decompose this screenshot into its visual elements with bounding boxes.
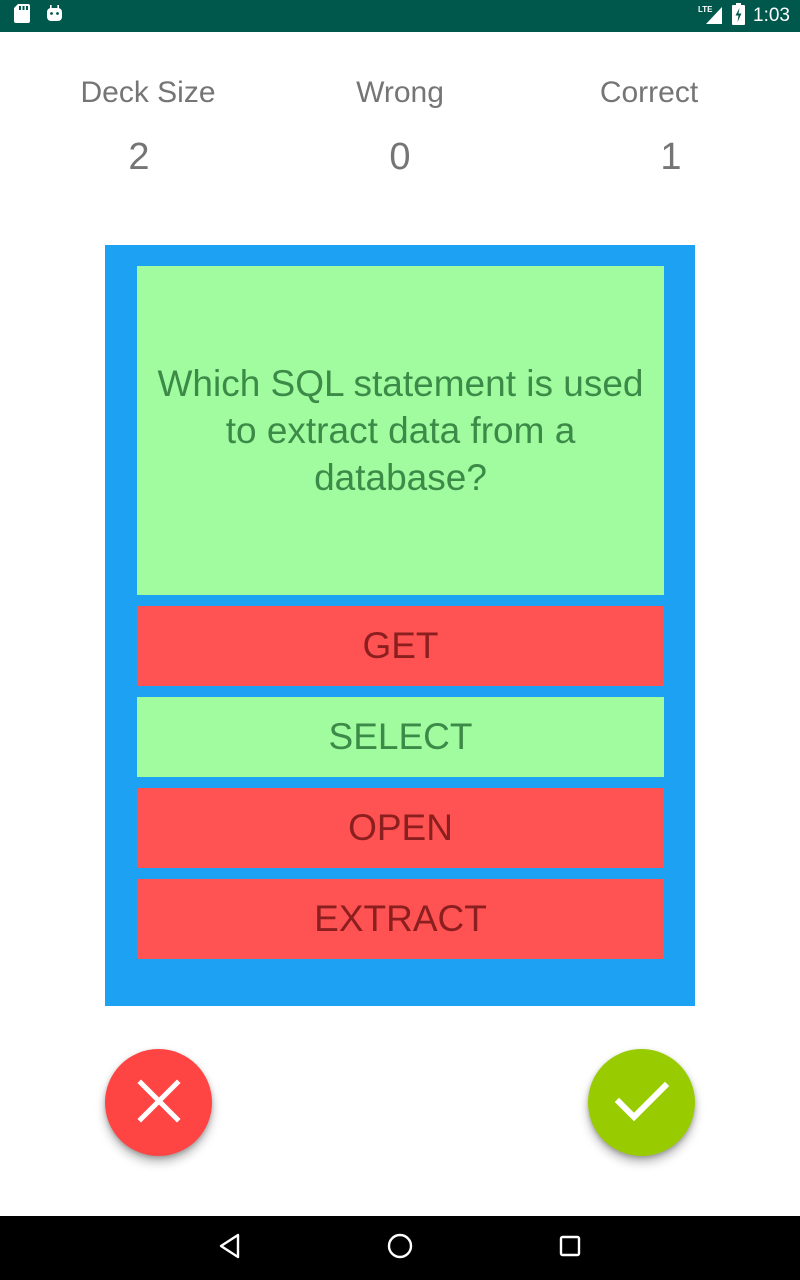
network-type-label: LTE — [698, 5, 713, 14]
mark-correct-button[interactable] — [588, 1049, 695, 1156]
correct-label: Correct — [599, 76, 699, 109]
answer-option-extract[interactable]: EXTRACT — [137, 879, 664, 959]
deck-size-value: 2 — [128, 136, 150, 178]
recents-icon — [558, 1234, 582, 1263]
status-time: 1:03 — [753, 5, 790, 26]
correct-stat: Correct 1 — [539, 72, 759, 182]
check-icon — [614, 1079, 670, 1126]
home-button[interactable] — [380, 1228, 420, 1268]
flash-card: Which SQL statement is used to extract d… — [105, 245, 695, 1006]
wrong-label: Wrong — [356, 76, 444, 109]
wrong-stat: Wrong 0 — [290, 72, 510, 182]
sd-card-icon — [14, 4, 30, 28]
back-button[interactable] — [210, 1228, 250, 1268]
mark-wrong-button[interactable] — [105, 1049, 212, 1156]
answer-option-select[interactable]: SELECT — [137, 697, 664, 777]
signal-icon: LTE — [698, 3, 724, 30]
back-icon — [218, 1233, 242, 1264]
correct-value: 1 — [660, 136, 682, 178]
answer-option-get[interactable]: GET — [137, 606, 664, 686]
recents-button[interactable] — [550, 1228, 590, 1268]
question-box: Which SQL statement is used to extract d… — [137, 266, 664, 595]
status-right-icons: LTE 1:03 — [698, 0, 790, 32]
status-bar: LTE 1:03 — [0, 0, 800, 32]
battery-charging-icon — [732, 2, 746, 30]
deck-size-label: Deck Size — [80, 76, 216, 109]
android-icon — [46, 5, 63, 27]
status-left-icons — [14, 4, 63, 28]
wrong-value: 0 — [389, 136, 411, 178]
navigation-bar — [0, 1216, 800, 1280]
answer-option-open[interactable]: OPEN — [137, 788, 664, 868]
deck-size-stat: Deck Size 2 — [38, 72, 258, 182]
home-icon — [386, 1232, 414, 1265]
close-icon — [136, 1079, 181, 1126]
question-text: Which SQL statement is used to extract d… — [157, 363, 644, 498]
